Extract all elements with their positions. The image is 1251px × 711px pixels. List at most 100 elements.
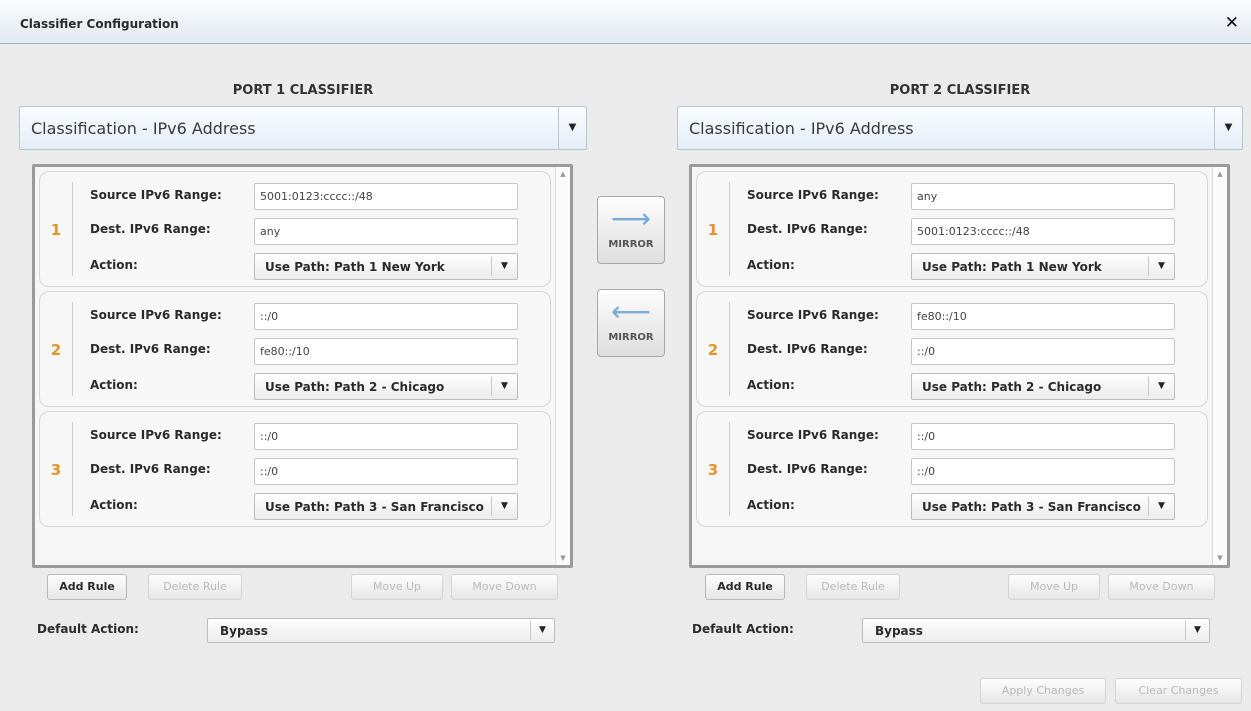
port2-delete-rule-button[interactable]: Delete Rule (806, 574, 900, 600)
source-label: Source IPv6 Range: (90, 308, 222, 322)
rule-divider (729, 422, 730, 516)
action-select[interactable]: Use Path: Path 2 - Chicago ▼ (911, 373, 1175, 400)
action-label: Action: (90, 258, 138, 272)
action-value: Use Path: Path 1 New York (922, 260, 1102, 274)
rule-number: 1 (707, 221, 719, 239)
action-label: Action: (747, 498, 795, 512)
source-label: Source IPv6 Range: (90, 428, 222, 442)
source-label: Source IPv6 Range: (747, 428, 879, 442)
dest-ipv6-input[interactable]: fe80::/10 (254, 338, 518, 365)
port1-add-rule-button[interactable]: Add Rule (47, 574, 127, 600)
action-select[interactable]: Use Path: Path 3 - San Francisco ▼ (254, 493, 518, 520)
port2-classification-select[interactable]: Classification - IPv6 Address ▼ (677, 106, 1243, 150)
dest-ipv6-input[interactable]: any (254, 218, 518, 245)
dest-label: Dest. IPv6 Range: (90, 462, 211, 476)
apply-changes-button[interactable]: Apply Changes (980, 678, 1106, 704)
source-ipv6-input[interactable]: ::/0 (254, 303, 518, 330)
port2-move-down-button[interactable]: Move Down (1108, 574, 1215, 600)
scroll-down-icon[interactable]: ▼ (556, 551, 570, 565)
source-ipv6-input[interactable]: 5001:0123:cccc::/48 (254, 183, 518, 210)
chevron-down-icon: ▼ (1148, 497, 1174, 516)
chevron-down-icon: ▼ (558, 107, 586, 149)
mirror-right-button[interactable]: ⟶ MIRROR (597, 196, 665, 264)
scroll-down-icon[interactable]: ▼ (1213, 551, 1227, 565)
chevron-down-icon: ▼ (1214, 107, 1242, 149)
title-bar: Classifier Configuration ✕ (0, 0, 1251, 44)
chevron-down-icon: ▼ (491, 257, 517, 276)
mirror-left-button[interactable]: ⟵ MIRROR (597, 289, 665, 357)
scrollbar[interactable]: ▲ ▼ (1212, 167, 1227, 565)
scroll-up-icon[interactable]: ▲ (556, 167, 570, 181)
chevron-down-icon: ▼ (1185, 621, 1209, 640)
port2-rule-3: 3 Source IPv6 Range: ::/0 Dest. IPv6 Ran… (696, 411, 1208, 527)
action-label: Action: (747, 378, 795, 392)
port1-rule-2: 2 Source IPv6 Range: ::/0 Dest. IPv6 Ran… (39, 291, 551, 407)
port1-move-down-button[interactable]: Move Down (451, 574, 558, 600)
port2-title: PORT 2 CLASSIFIER (889, 83, 1031, 98)
rule-number: 3 (707, 461, 719, 479)
action-select[interactable]: Use Path: Path 1 New York ▼ (254, 253, 518, 280)
action-value: Use Path: Path 2 - Chicago (265, 380, 445, 394)
scroll-up-icon[interactable]: ▲ (1213, 167, 1227, 181)
dest-ipv6-input[interactable]: 5001:0123:cccc::/48 (911, 218, 1175, 245)
action-value: Use Path: Path 3 - San Francisco (922, 500, 1141, 514)
scrollbar[interactable]: ▲ ▼ (555, 167, 570, 565)
action-select[interactable]: Use Path: Path 2 - Chicago ▼ (254, 373, 518, 400)
default-action-value: Bypass (875, 624, 923, 638)
chevron-down-icon: ▼ (1148, 377, 1174, 396)
port2-default-action-label: Default Action: (692, 622, 794, 636)
port1-rules-list: 1 Source IPv6 Range: 5001:0123:cccc::/48… (32, 164, 573, 568)
source-ipv6-input[interactable]: ::/0 (254, 423, 518, 450)
port2-move-up-button[interactable]: Move Up (1008, 574, 1100, 600)
port2-rule-2: 2 Source IPv6 Range: fe80::/10 Dest. IPv… (696, 291, 1208, 407)
port2-default-action-select[interactable]: Bypass ▼ (862, 618, 1210, 643)
dest-label: Dest. IPv6 Range: (747, 222, 868, 236)
source-ipv6-input[interactable]: any (911, 183, 1175, 210)
rule-divider (72, 422, 73, 516)
port1-move-up-button[interactable]: Move Up (351, 574, 443, 600)
port1-classification-select[interactable]: Classification - IPv6 Address ▼ (19, 106, 587, 150)
source-ipv6-input[interactable]: fe80::/10 (911, 303, 1175, 330)
port1-default-action-label: Default Action: (37, 622, 139, 636)
source-label: Source IPv6 Range: (747, 308, 879, 322)
rule-number: 3 (50, 461, 62, 479)
source-label: Source IPv6 Range: (90, 188, 222, 202)
rule-divider (729, 182, 730, 276)
action-value: Use Path: Path 2 - Chicago (922, 380, 1102, 394)
arrow-right-icon: ⟶ (610, 202, 652, 235)
clear-changes-button[interactable]: Clear Changes (1115, 678, 1242, 704)
action-label: Action: (90, 498, 138, 512)
chevron-down-icon: ▼ (530, 621, 554, 640)
port1-default-action-select[interactable]: Bypass ▼ (207, 618, 555, 643)
port1-classification-value: Classification - IPv6 Address (31, 119, 256, 138)
port2-add-rule-button[interactable]: Add Rule (705, 574, 785, 600)
mirror-label: MIRROR (608, 332, 654, 343)
chevron-down-icon: ▼ (491, 377, 517, 396)
rule-divider (72, 302, 73, 396)
port1-rule-1: 1 Source IPv6 Range: 5001:0123:cccc::/48… (39, 171, 551, 287)
close-icon[interactable]: ✕ (1225, 13, 1239, 33)
action-select[interactable]: Use Path: Path 1 New York ▼ (911, 253, 1175, 280)
action-select[interactable]: Use Path: Path 3 - San Francisco ▼ (911, 493, 1175, 520)
source-label: Source IPv6 Range: (747, 188, 879, 202)
port2-rules-list: 1 Source IPv6 Range: any Dest. IPv6 Rang… (689, 164, 1230, 568)
dest-ipv6-input[interactable]: ::/0 (911, 458, 1175, 485)
default-action-value: Bypass (220, 624, 268, 638)
dest-label: Dest. IPv6 Range: (747, 342, 868, 356)
action-value: Use Path: Path 1 New York (265, 260, 445, 274)
mirror-label: MIRROR (608, 239, 654, 250)
rule-number: 1 (50, 221, 62, 239)
rule-divider (72, 182, 73, 276)
dest-label: Dest. IPv6 Range: (90, 222, 211, 236)
rule-divider (729, 302, 730, 396)
action-value: Use Path: Path 3 - San Francisco (265, 500, 484, 514)
dest-label: Dest. IPv6 Range: (90, 342, 211, 356)
action-label: Action: (90, 378, 138, 392)
dest-label: Dest. IPv6 Range: (747, 462, 868, 476)
chevron-down-icon: ▼ (491, 497, 517, 516)
rule-number: 2 (707, 341, 719, 359)
dest-ipv6-input[interactable]: ::/0 (911, 338, 1175, 365)
dest-ipv6-input[interactable]: ::/0 (254, 458, 518, 485)
port1-delete-rule-button[interactable]: Delete Rule (148, 574, 242, 600)
source-ipv6-input[interactable]: ::/0 (911, 423, 1175, 450)
